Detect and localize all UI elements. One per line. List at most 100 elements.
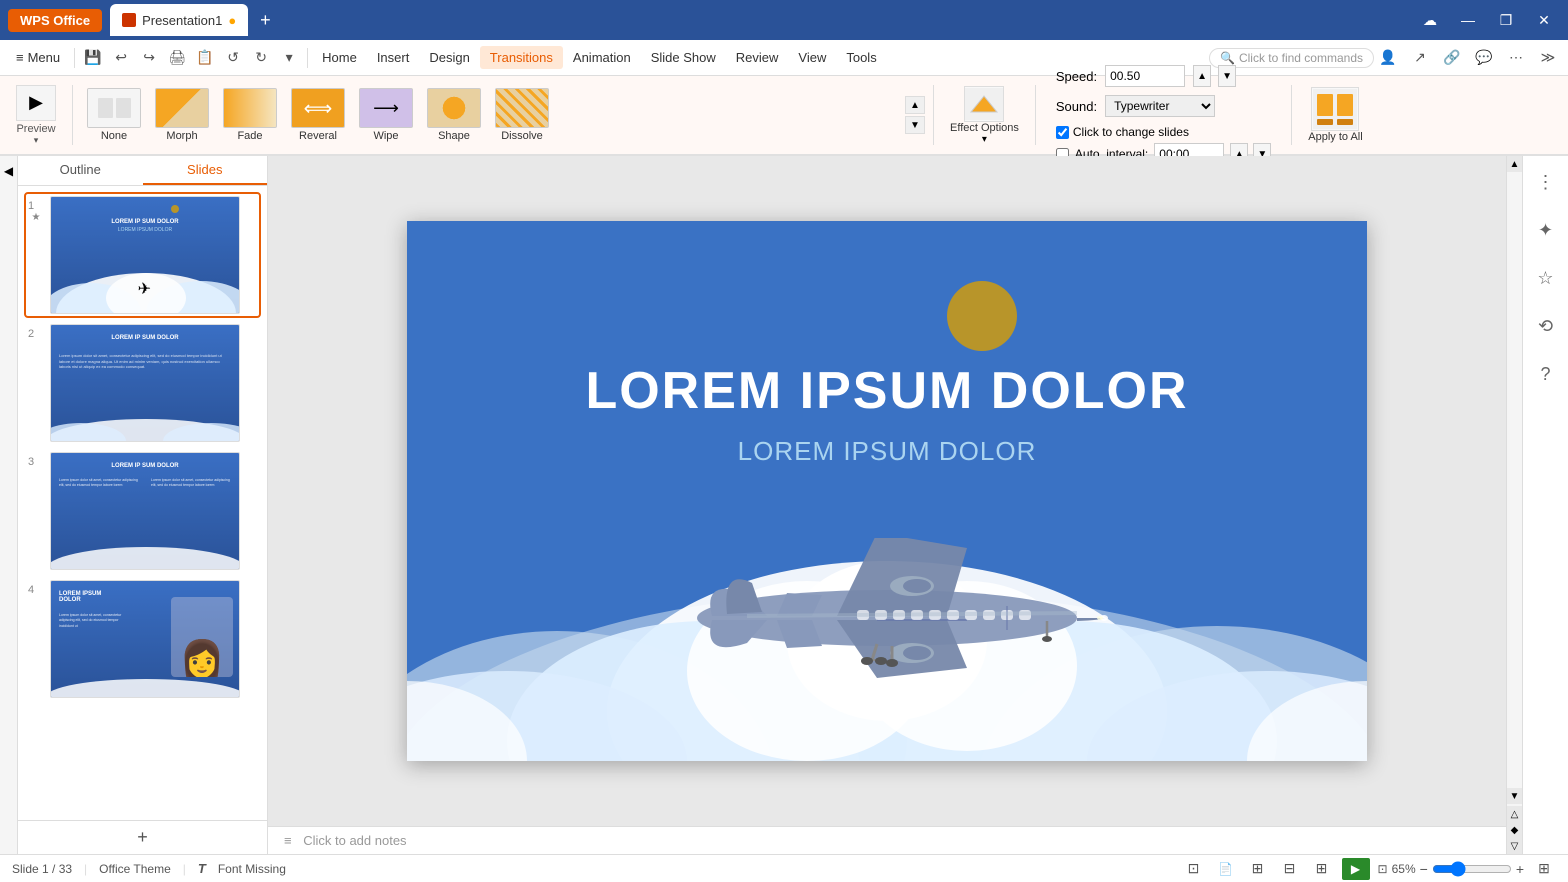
home-tab[interactable]: Home	[312, 46, 367, 69]
scroll-down-arrow[interactable]: ▼	[1507, 788, 1523, 804]
save-button[interactable]: 💾	[79, 44, 107, 72]
slide-list: 1 ★ LOREM IP SUM DOLOR LOREM IPSUM DOLOR	[18, 186, 267, 820]
account-button[interactable]: 👤	[1374, 44, 1402, 72]
status-divider-1: |	[84, 862, 87, 876]
ribbon-scroll-down[interactable]: ▼	[905, 116, 925, 134]
transition-dissolve-thumb	[495, 88, 549, 128]
transition-reveral[interactable]: ⟺ Reveral	[285, 84, 351, 146]
transition-wipe[interactable]: ⟶ Wipe	[353, 84, 419, 146]
effect-options-button[interactable]: Effect Options ▾	[942, 82, 1027, 149]
apply-all-button[interactable]: Apply to All	[1300, 83, 1370, 147]
wps-cloud-button[interactable]: ☁	[1414, 6, 1446, 34]
transition-shape[interactable]: Shape	[421, 84, 487, 146]
print-button[interactable]: 🖨	[163, 44, 191, 72]
undo-button[interactable]: ↩	[107, 44, 135, 72]
office-theme: Office Theme	[99, 862, 171, 876]
insert-tab[interactable]: Insert	[367, 46, 420, 69]
transition-morph-label: Morph	[166, 130, 197, 142]
view-tab[interactable]: View	[788, 46, 836, 69]
more-options-button[interactable]: ⋯	[1502, 44, 1530, 72]
add-tab-button[interactable]: +	[256, 10, 275, 31]
preview-button[interactable]: ▶ Preview ▾	[8, 81, 64, 150]
fullscreen-button[interactable]: ⊞	[1532, 857, 1556, 881]
zoom-fit-button[interactable]: ⊡	[1378, 862, 1388, 876]
filmstrip-button[interactable]: ⊞	[1310, 857, 1334, 881]
comment-button[interactable]: 💬	[1470, 44, 1498, 72]
transitions-tab[interactable]: Transitions	[480, 46, 563, 69]
slide-canvas[interactable]: LOREM IPSUM DOLOR LOREM IPSUM DOLOR	[407, 221, 1367, 761]
outline-tab[interactable]: Outline	[18, 156, 143, 185]
slide-number-2: 2	[28, 328, 44, 340]
click-to-change-label: Click to change slides	[1056, 125, 1189, 139]
scroll-up-arrow[interactable]: ▲	[1507, 156, 1523, 172]
reading-view-button[interactable]: ⊟	[1278, 857, 1302, 881]
right-panel-btn-2[interactable]: ✦	[1528, 212, 1564, 248]
slide-item-3[interactable]: 3 LOREM IP SUM DOLOR Lorem ipsum dolor s…	[26, 450, 259, 572]
preview-arrow: ▾	[34, 135, 39, 146]
slide-item-4[interactable]: 4 LOREM IPSUMDOLOR Lorem ipsum dolor sit…	[26, 578, 259, 700]
notes-view-button[interactable]: 📄	[1214, 857, 1238, 881]
ribbon-scroll-up[interactable]: ▲	[905, 96, 925, 114]
speed-row: Speed: ▲ ▼	[1056, 65, 1271, 87]
speed-input[interactable]	[1105, 65, 1185, 87]
more-undo-button[interactable]: ▾	[275, 44, 303, 72]
menu-label: Menu	[28, 50, 61, 65]
play-slideshow-button[interactable]: ▶	[1342, 858, 1370, 880]
transition-shape-thumb	[427, 88, 481, 128]
right-panel-btn-1[interactable]: ⋮	[1528, 164, 1564, 200]
sound-select[interactable]: Typewriter	[1105, 95, 1215, 117]
right-panel-btn-4[interactable]: ⟲	[1528, 308, 1564, 344]
slide-view-button[interactable]: ⊡	[1182, 857, 1206, 881]
zoom-slider[interactable]	[1432, 861, 1512, 877]
doc-icon	[122, 13, 136, 27]
undo-history-button[interactable]: ↺	[219, 44, 247, 72]
right-panel-btn-3[interactable]: ☆	[1528, 260, 1564, 296]
slideshow-tab[interactable]: Slide Show	[641, 46, 726, 69]
slide-item-2[interactable]: 2 LOREM IP SUM DOLOR Lorem ipsum dolor s…	[26, 322, 259, 444]
status-bar: Slide 1 / 33 | Office Theme | T Font Mis…	[0, 854, 1568, 882]
slides-tab[interactable]: Slides	[143, 156, 268, 185]
wps-logo-button[interactable]: WPS Office	[8, 9, 102, 32]
add-slide-button[interactable]: +	[18, 820, 267, 854]
transition-dissolve-label: Dissolve	[501, 130, 543, 142]
slide-item-1[interactable]: 1 ★ LOREM IP SUM DOLOR LOREM IPSUM DOLOR	[26, 194, 259, 316]
speed-up-button[interactable]: ▲	[1193, 65, 1211, 87]
transition-dissolve[interactable]: Dissolve	[489, 84, 555, 146]
design-tab[interactable]: Design	[419, 46, 479, 69]
panel-collapse-button[interactable]: ◀	[0, 156, 18, 854]
zoom-control: ⊡ 65% − +	[1378, 861, 1524, 877]
document-tab[interactable]: Presentation1 ●	[110, 4, 248, 36]
grid-view-button[interactable]: ⊞	[1246, 857, 1270, 881]
hamburger-menu-button[interactable]: ≡ Menu	[6, 46, 70, 69]
tools-tab[interactable]: Tools	[836, 46, 886, 69]
zoom-out-button[interactable]: −	[1420, 861, 1428, 877]
format-button[interactable]: 📋	[191, 44, 219, 72]
restore-button[interactable]: ❐	[1490, 6, 1522, 34]
transition-fade-label: Fade	[237, 130, 262, 142]
redo-button[interactable]: ↪	[135, 44, 163, 72]
speed-down-button[interactable]: ▼	[1218, 65, 1236, 87]
notes-bar[interactable]: ≡ Click to add notes	[268, 826, 1506, 854]
chevron-button[interactable]: ≫	[1534, 44, 1562, 72]
close-button[interactable]: ✕	[1528, 6, 1560, 34]
transition-none-thumb	[87, 88, 141, 128]
zoom-in-button[interactable]: +	[1516, 861, 1524, 877]
scroll-jump[interactable]: ◆	[1507, 822, 1523, 838]
preview-icon: ▶	[16, 85, 56, 121]
collaborate-button[interactable]: 🔗	[1438, 44, 1466, 72]
review-tab[interactable]: Review	[726, 46, 789, 69]
transition-fade[interactable]: Fade	[217, 84, 283, 146]
share-button[interactable]: ↗	[1406, 44, 1434, 72]
apply-all-icon	[1311, 87, 1359, 131]
scroll-next-page[interactable]: ▽	[1507, 838, 1523, 854]
minimize-button[interactable]: —	[1452, 6, 1484, 34]
redo-history-button[interactable]: ↻	[247, 44, 275, 72]
scroll-prev-page[interactable]: △	[1507, 806, 1523, 822]
canvas-wrapper: LOREM IPSUM DOLOR LOREM IPSUM DOLOR	[268, 156, 1506, 826]
click-to-change-checkbox[interactable]	[1056, 126, 1069, 139]
animation-tab[interactable]: Animation	[563, 46, 641, 69]
transition-reveral-label: Reveral	[299, 130, 337, 142]
transition-morph[interactable]: Morph	[149, 84, 215, 146]
right-panel-btn-5[interactable]: ?	[1528, 356, 1564, 392]
transition-none[interactable]: None	[81, 84, 147, 146]
